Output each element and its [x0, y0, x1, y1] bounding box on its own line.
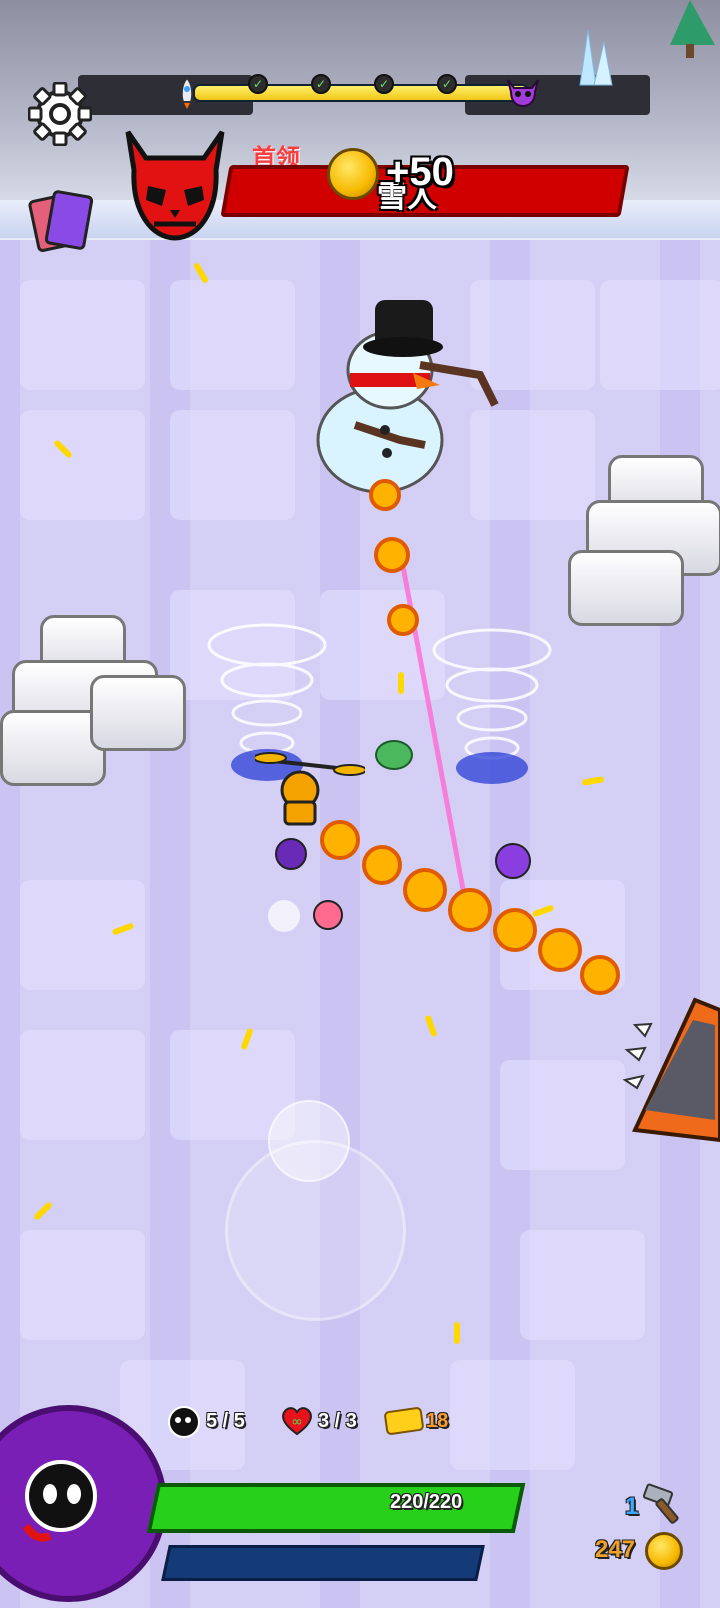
checkpoint-icon: ✓: [437, 74, 457, 94]
ice-crystal: [579, 29, 613, 86]
cards-icon: [28, 190, 94, 252]
svg-text:∞: ∞: [291, 1414, 303, 1430]
rocket-icon: [180, 76, 194, 109]
joystick-knob[interactable]: [268, 1100, 350, 1182]
checkpoint-icon: ✓: [311, 74, 331, 94]
wave-progress-bar: [193, 84, 529, 102]
player-hp-bar: [146, 1483, 526, 1533]
tickets-count: 18: [426, 1410, 449, 1432]
checkpoint-icon: ✓: [374, 74, 394, 94]
spark: [454, 1322, 460, 1344]
purple-demon-skull-icon: [507, 79, 539, 108]
settings-button[interactable]: [27, 81, 93, 147]
snowball: [268, 900, 300, 932]
infinity-heart-icon: ∞: [282, 1407, 312, 1436]
coin-count: 247: [595, 1536, 636, 1563]
checkpoint-icon: ✓: [248, 74, 268, 94]
gear-icon: [27, 81, 93, 147]
cards-button[interactable]: [28, 188, 98, 258]
boss-reward-text: +50: [386, 150, 454, 194]
pine-tree: [670, 0, 715, 58]
hammer-count: 1: [625, 1493, 639, 1520]
coin-icon: [645, 1532, 683, 1570]
player-drone: [255, 752, 365, 826]
bomb-icon: [168, 1406, 200, 1438]
player-hp-text: 220/220: [390, 1491, 463, 1513]
enemy-minion: [495, 843, 531, 879]
enemy-minion: [313, 900, 343, 930]
red-demon-skull-icon: [125, 130, 225, 241]
lives-count: 3 / 3: [318, 1410, 357, 1432]
ghost-character-icon: [22, 1460, 97, 1542]
spiked-cart: [622, 997, 720, 1143]
spark: [398, 672, 404, 694]
ticket-icon: [384, 1407, 424, 1435]
bombs-count: 5 / 5: [206, 1410, 245, 1432]
enemy-minion: [275, 838, 307, 870]
player-xp-bar: [161, 1545, 485, 1581]
coin-icon: [327, 148, 379, 200]
flower-pickup: [375, 740, 413, 770]
hammer-icon: [642, 1483, 679, 1524]
